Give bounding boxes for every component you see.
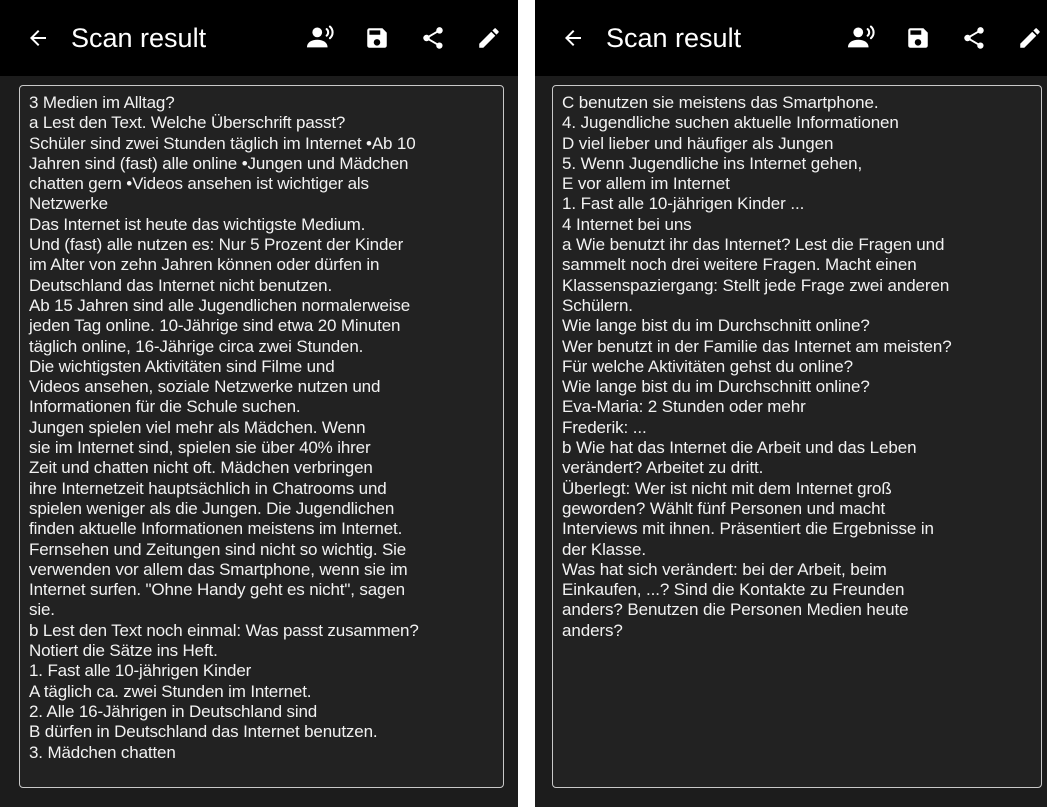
text-line: täglich online, 16-Jährige circa zwei St…: [29, 336, 364, 356]
text-line: im Alter von zehn Jahren können oder dür…: [29, 255, 380, 275]
text-line: Videos ansehen, soziale Netzwerke nutzen…: [29, 377, 381, 397]
text-line: sie.: [29, 600, 55, 620]
text-line: b Lest den Text noch einmal: Was passt z…: [29, 620, 419, 640]
text-line: Wie lange bist du im Durchschnitt online…: [562, 316, 870, 336]
save-icon[interactable]: [362, 23, 392, 53]
back-arrow-icon[interactable]: [559, 24, 587, 52]
text-line: Was hat sich verändert: bei der Arbeit, …: [562, 559, 887, 579]
text-line: 3 Medien im Alltag?: [29, 93, 175, 112]
text-line: Für welche Aktivitäten gehst du online?: [562, 356, 853, 376]
text-line: Klassenspaziergang: Stellt jede Frage zw…: [562, 275, 950, 295]
text-line: E vor allem im Internet: [562, 174, 730, 194]
share-icon[interactable]: [959, 23, 989, 53]
text-line: geworden? Wählt fünf Personen und macht: [562, 498, 886, 518]
text-line: chatten gern •Videos ansehen ist wichtig…: [29, 174, 369, 194]
text-line: Wie lange bist du im Durchschnitt online…: [562, 377, 870, 397]
scan-text-area[interactable]: 3 Medien im Alltag? a Lest den Text. Wel…: [19, 85, 504, 788]
text-line: Eva-Maria: 2 Stunden oder mehr: [562, 397, 806, 417]
text-line: 2. Alle 16-Jährigen in Deutschland sind: [29, 701, 318, 721]
text-line: finden aktuelle Informationen meistens i…: [29, 519, 403, 539]
speak-icon[interactable]: [306, 23, 336, 53]
text-line: 4. Jugendliche suchen aktuelle Informati…: [562, 113, 899, 133]
text-line: 1. Fast alle 10-jährigen Kinder: [29, 661, 252, 681]
text-line: Und (fast) alle nutzen es: Nur 5 Prozent…: [29, 235, 404, 255]
text-line: 5. Wenn Jugendliche ins Internet gehen,: [562, 153, 863, 173]
app-bar: Scan result: [535, 0, 1047, 76]
page-title: Scan result: [606, 22, 742, 53]
text-line: 1. Fast alle 10-jährigen Kinder ...: [562, 194, 805, 214]
text-line: a Wie benutzt ihr das Internet? Lest die…: [562, 235, 945, 255]
text-line: Die wichtigsten Aktivitäten sind Filme u…: [29, 356, 335, 376]
text-line: Deutschland das Internet nicht benutzen.: [29, 275, 333, 295]
text-line: A täglich ca. zwei Stunden im Internet.: [29, 681, 312, 701]
text-line: Zeit und chatten nicht oft. Mädchen verb…: [29, 458, 373, 478]
text-line: D viel lieber und häufiger als Jungen: [562, 133, 834, 153]
text-line: C benutzen sie meistens das Smartphone.: [562, 93, 879, 112]
page-title: Scan result: [71, 22, 207, 53]
text-line: Schülern.: [562, 295, 633, 315]
scan-text-area[interactable]: C benutzen sie meistens das Smartphone. …: [552, 85, 1042, 788]
text-line: verwenden vor allem das Smartphone, wenn…: [29, 559, 408, 579]
text-line: anders?: [562, 620, 623, 640]
text-line: b Wie hat das Internet die Arbeit und da…: [562, 438, 917, 458]
text-line: Interviews mit ihnen. Präsentiert die Er…: [562, 519, 934, 539]
edit-icon[interactable]: [1015, 23, 1045, 53]
save-icon[interactable]: [903, 23, 933, 53]
text-line: Einkaufen, ...? Sind die Kontakte zu Fre…: [562, 580, 905, 600]
text-line: spielen weniger als die Jungen. Die Juge…: [29, 498, 395, 518]
back-arrow-icon[interactable]: [24, 24, 52, 52]
text-line: der Klasse.: [562, 539, 646, 559]
text-line: Das Internet ist heute das wichtigste Me…: [29, 214, 366, 234]
text-line: Jungen spielen viel mehr als Mädchen. We…: [29, 417, 366, 437]
text-line: verändert? Arbeitet zu dritt.: [562, 458, 764, 478]
app-bar: Scan result: [0, 0, 518, 76]
text-line: Ab 15 Jahren sind alle Jugendlichen norm…: [29, 295, 411, 315]
text-line: anders? Benutzen die Personen Medien heu…: [562, 600, 909, 620]
screen-left: Scan result 3 Medien im Alltag? a Lest d…: [0, 0, 518, 807]
text-line: jeden Tag online. 10-Jährige sind etwa 2…: [29, 316, 401, 336]
text-line: B dürfen in Deutschland das Internet ben…: [29, 722, 378, 742]
text-line: sammelt noch drei weitere Fragen. Macht …: [562, 255, 917, 275]
text-line: a Lest den Text. Welche Überschrift pass…: [29, 113, 346, 133]
text-line: Schüler sind zwei Stunden täglich im Int…: [29, 133, 416, 153]
share-icon[interactable]: [418, 23, 448, 53]
text-line: Überlegt: Wer ist nicht mit dem Internet…: [562, 478, 892, 498]
text-line: Informationen für die Schule suchen.: [29, 397, 301, 417]
text-line: Netzwerke: [29, 194, 108, 214]
text-line: Wer benutzt in der Familie das Internet …: [562, 336, 952, 356]
text-line: Frederik: ...: [562, 417, 647, 437]
text-line: Notiert die Sätze ins Heft.: [29, 641, 218, 661]
text-line: 4 Internet bei uns: [562, 214, 692, 234]
text-line: Internet surfen. "Ohne Handy geht es nic…: [29, 580, 405, 600]
text-line: ihre Internetzeit hauptsächlich in Chatr…: [29, 478, 387, 498]
edit-icon[interactable]: [474, 23, 504, 53]
text-line: Jahren sind (fast) alle online •Jungen u…: [29, 153, 409, 173]
text-line: 3. Mädchen chatten: [29, 742, 176, 762]
text-line: sie im Internet sind, spielen sie über 4…: [29, 438, 371, 458]
screen-right: Scan result C benutzen sie meistens das …: [535, 0, 1047, 807]
speak-icon[interactable]: [847, 23, 877, 53]
text-line: Fernsehen und Zeitungen sind nicht so wi…: [29, 539, 407, 559]
